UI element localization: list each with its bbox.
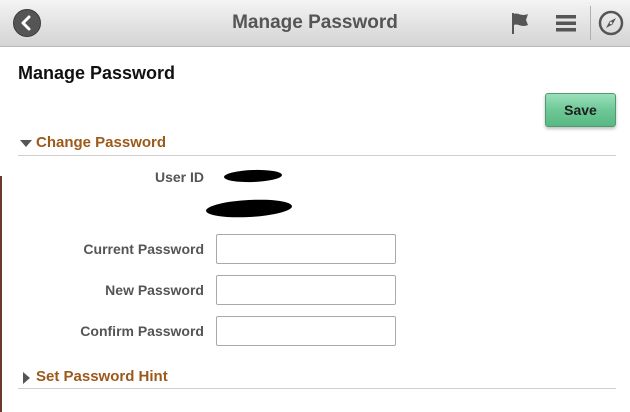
confirm-password-input[interactable] [216,316,396,346]
save-button[interactable]: Save [545,93,616,127]
caret-down-icon [20,140,32,147]
change-password-section-header[interactable]: Change Password [20,134,320,154]
confirm-password-label: Confirm Password [80,323,204,339]
back-button[interactable] [13,9,41,37]
hamburger-menu-icon[interactable] [552,9,580,37]
header-divider [590,6,591,40]
compass-icon[interactable] [597,9,625,37]
window-edge [0,176,2,412]
flag-icon[interactable] [506,9,534,37]
user-id-label: User ID [154,169,204,185]
page-title: Manage Password [18,63,176,83]
redacted-user-id [223,168,283,184]
caret-right-icon [23,372,30,384]
password-hint-section-label: Set Password Hint [36,368,168,385]
new-password-input[interactable] [216,275,396,305]
header-title: Manage Password [232,12,398,33]
new-password-label: New Password [105,282,204,298]
change-password-section-label: Change Password [36,134,167,151]
current-password-input[interactable] [216,234,396,264]
redacted-user-name [205,197,293,220]
header-bar: Manage Password [0,0,630,47]
section-divider [18,388,616,389]
password-hint-section-header[interactable]: Set Password Hint [20,368,320,388]
current-password-label: Current Password [83,241,204,257]
back-arrow-icon [21,15,31,31]
manage-password-page: Manage Password Manage Password Save Cha… [0,0,630,412]
section-divider [18,155,616,156]
